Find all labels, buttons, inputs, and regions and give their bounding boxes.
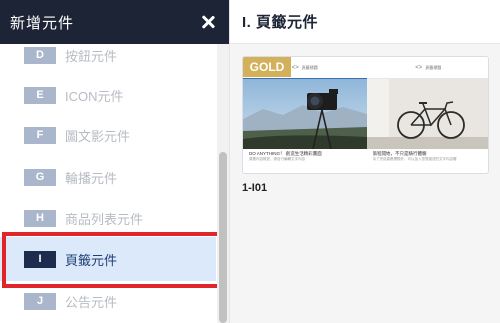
preview-caption-desc: 頁籤內容敘述，請自行編輯文字內容 [249, 157, 305, 161]
category-letter-badge: H [24, 209, 56, 227]
bicycle-image [366, 79, 488, 149]
category-letter-badge: I [24, 250, 56, 268]
category-item-g[interactable]: G 輪播元件 [0, 157, 216, 197]
category-letter-badge: G [24, 168, 56, 186]
template-code-label: 1-I01 [242, 182, 268, 194]
camera-landscape-image [243, 79, 367, 149]
category-letter-badge: J [24, 292, 56, 310]
component-picker: 新增元件 D 按鈕元件 E ICON元件 F 圖文影元件 G 輪播元件 H 商品… [0, 0, 500, 323]
tab-arrows-icon: <> [415, 64, 423, 71]
component-preview-panel: I. 頁籤元件 GOLD <> 頁籤標題 <> 頁籤標題 DO ANYTHING… [230, 0, 500, 323]
category-label: 商品列表元件 [65, 211, 144, 227]
component-sidebar: 新增元件 D 按鈕元件 E ICON元件 F 圖文影元件 G 輪播元件 H 商品… [0, 0, 230, 323]
category-label: 頁籤元件 [65, 252, 118, 268]
category-letter-badge: D [24, 46, 56, 64]
sidebar-scrollbar[interactable] [217, 44, 229, 323]
gold-tier-badge: GOLD [243, 57, 291, 77]
category-label: 圖文影元件 [65, 128, 131, 144]
preview-tab-label: 頁籤標題 [301, 64, 318, 70]
card-preview-images [243, 79, 488, 149]
sidebar-header: 新增元件 [0, 0, 229, 44]
category-letter-badge: F [24, 126, 56, 144]
category-label: 輪播元件 [65, 170, 118, 186]
preview-header: I. 頁籤元件 [230, 0, 500, 44]
category-label: 公告元件 [65, 294, 118, 310]
preview-tab: <> 頁籤標題 [366, 57, 488, 79]
preview-caption: DO ANYTHING！ 創造生活精彩畫面 頁籤內容敘述，請自行編輯文字內容 [243, 151, 367, 162]
category-label: 按鈕元件 [65, 48, 118, 64]
category-item-e[interactable]: E ICON元件 [0, 75, 216, 115]
preview-title: I. 頁籤元件 [242, 14, 319, 31]
component-category-list: D 按鈕元件 E ICON元件 F 圖文影元件 G 輪播元件 H 商品列表元件 … [0, 44, 216, 323]
category-item-h[interactable]: H 商品列表元件 [0, 198, 216, 238]
preview-caption: 旅程開始，不只是騎行體驗 除了完成頁籤標題外，可以加入您想描述的文字內容喔 [367, 151, 489, 162]
category-item-f[interactable]: F 圖文影元件 [0, 115, 216, 155]
sidebar-title: 新增元件 [10, 14, 75, 32]
component-template-card[interactable]: GOLD <> 頁籤標題 <> 頁籤標題 DO ANYTHING！ 創造生活精彩… [242, 56, 489, 174]
preview-tab-label: 頁籤標題 [425, 64, 442, 70]
scrollbar-thumb[interactable] [219, 152, 227, 323]
category-letter-badge: E [24, 86, 56, 104]
category-item-d[interactable]: D 按鈕元件 [0, 44, 216, 75]
category-item-i[interactable]: I 頁籤元件 [0, 237, 216, 281]
card-preview-captions: DO ANYTHING！ 創造生活精彩畫面 頁籤內容敘述，請自行編輯文字內容 旅… [243, 151, 489, 162]
preview-caption-desc: 除了完成頁籤標題外，可以加入您想描述的文字內容喔 [372, 157, 457, 161]
tab-arrows-icon: <> [291, 64, 299, 71]
category-item-j[interactable]: J 公告元件 [0, 281, 216, 321]
close-icon[interactable] [199, 13, 217, 31]
category-label: ICON元件 [65, 88, 124, 104]
